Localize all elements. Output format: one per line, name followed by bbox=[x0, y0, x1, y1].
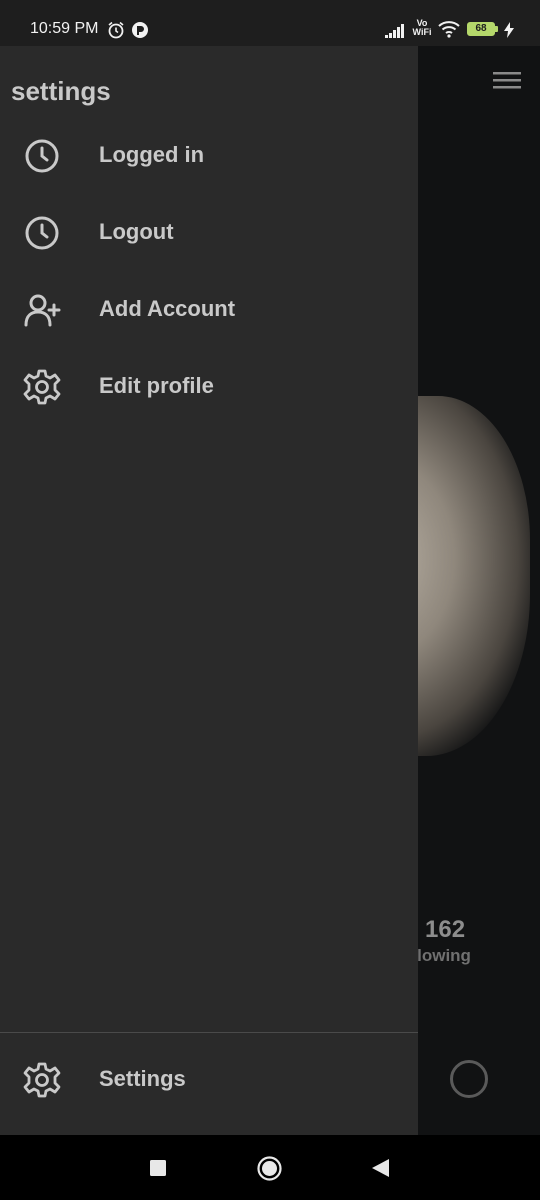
status-time: 10:59 PM bbox=[30, 20, 99, 37]
drawer-item-logged-in[interactable]: Logged in bbox=[0, 116, 418, 193]
drawer-item-label: Edit profile bbox=[99, 373, 214, 398]
drawer-item-label: Add Account bbox=[99, 296, 236, 321]
navigation-drawer: settings Logged in Logout Add Account Ed… bbox=[0, 46, 418, 1135]
drawer-item-settings[interactable]: Settings bbox=[0, 1040, 418, 1117]
home-circle-icon[interactable] bbox=[257, 1156, 282, 1181]
drawer-item-label: Logged in bbox=[99, 142, 205, 167]
drawer-item-logout[interactable]: Logout bbox=[0, 193, 418, 270]
gear-icon bbox=[23, 369, 61, 405]
system-nav-bar bbox=[0, 1135, 540, 1200]
drawer-item-edit-profile[interactable]: Edit profile bbox=[0, 347, 418, 424]
clock-icon bbox=[25, 139, 59, 173]
drawer-divider bbox=[0, 1032, 418, 1033]
drawer-title: settings bbox=[11, 76, 111, 106]
charging-icon bbox=[504, 22, 514, 38]
status-bar: 10:59 PM Vo WiFi 68 bbox=[0, 0, 540, 46]
app-notification-icon bbox=[132, 22, 148, 38]
recents-square-icon[interactable] bbox=[150, 1160, 166, 1176]
battery-icon: 68 bbox=[467, 22, 495, 36]
vowifi-bottom-text: WiFi bbox=[412, 27, 432, 37]
battery-tip bbox=[495, 26, 498, 32]
drawer-item-add-account[interactable]: Add Account bbox=[0, 270, 418, 347]
gear-icon bbox=[23, 1062, 61, 1098]
back-triangle-icon[interactable] bbox=[372, 1159, 389, 1177]
drawer-item-label: Settings bbox=[99, 1066, 186, 1091]
vowifi-icon: Vo WiFi bbox=[411, 19, 433, 37]
following-count[interactable]: 162 bbox=[425, 916, 465, 944]
circle-button-icon[interactable] bbox=[450, 1060, 488, 1098]
clock-icon bbox=[25, 216, 59, 250]
add-person-icon bbox=[24, 294, 61, 327]
alarm-icon bbox=[108, 21, 124, 39]
signal-icon bbox=[385, 24, 404, 38]
drawer-item-label: Logout bbox=[99, 219, 174, 244]
hamburger-menu-icon[interactable] bbox=[493, 70, 521, 90]
wifi-icon bbox=[438, 21, 460, 38]
